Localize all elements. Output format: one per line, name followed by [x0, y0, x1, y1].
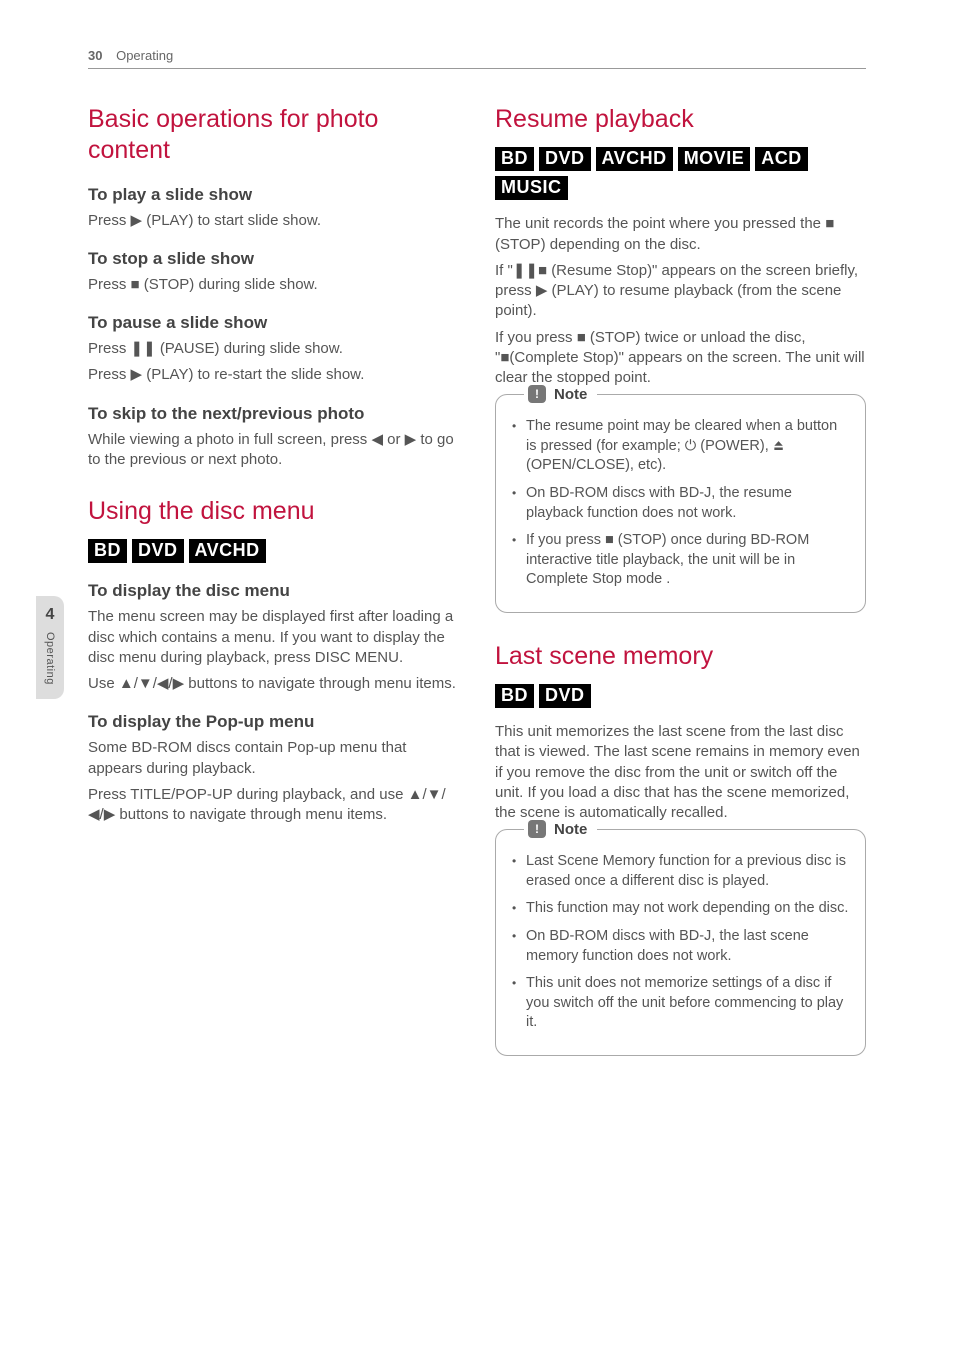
badge-acd: ACD [755, 147, 808, 171]
popup-text-1: Some BD-ROM discs contain Pop-up menu th… [88, 738, 459, 779]
popup-text-2: Press TITLE/POP-UP during playback, and … [88, 785, 459, 826]
disc-menu-title: Using the disc menu [88, 496, 459, 527]
pause-text-2: Press ▶ (PLAY) to re-start the slide sho… [88, 365, 459, 385]
badge-bd: BD [495, 147, 534, 171]
last-scene-text: This unit memorizes the last scene from … [495, 722, 866, 823]
resume-note-box: ! Note The resume point may be cleared w… [495, 394, 866, 613]
pause-heading: To pause a slide show [88, 313, 459, 333]
badge-movie: MOVIE [678, 147, 751, 171]
badge-avchd: AVCHD [189, 539, 266, 563]
note-label: ! Note [524, 820, 597, 838]
badge-bd: BD [495, 684, 534, 708]
resume-badges: BD DVD AVCHD MOVIE ACD MUSIC [495, 147, 866, 200]
last-scene-note-box: ! Note Last Scene Memory function for a … [495, 829, 866, 1056]
badge-avchd: AVCHD [596, 147, 673, 171]
resume-title: Resume playback [495, 104, 866, 135]
play-text: Press ▶ (PLAY) to start slide show. [88, 211, 459, 231]
resume-text-3: If you press ■ (STOP) twice or unload th… [495, 328, 866, 389]
page-section: Operating [116, 48, 173, 63]
last-note-2: This function may not work depending on … [512, 899, 849, 919]
skip-text: While viewing a photo in full screen, pr… [88, 430, 459, 471]
badge-music: MUSIC [495, 176, 568, 200]
display-disc-text-2: Use ▲/▼/◀/▶ buttons to navigate through … [88, 674, 459, 694]
last-note-3: On BD-ROM discs with BD-J, the last scen… [512, 927, 849, 966]
right-column: Resume playback BD DVD AVCHD MOVIE ACD M… [495, 104, 866, 1056]
page-number: 30 [88, 48, 102, 63]
skip-heading: To skip to the next/previous photo [88, 404, 459, 424]
badge-dvd: DVD [539, 684, 591, 708]
disc-menu-badges: BD DVD AVCHD [88, 539, 459, 563]
header-rule [88, 68, 866, 69]
stop-text: Press ■ (STOP) during slide show. [88, 275, 459, 295]
resume-text-1: The unit records the point where you pre… [495, 214, 866, 255]
last-note-4: This unit does not memorize settings of … [512, 974, 849, 1033]
badge-bd: BD [88, 539, 127, 563]
last-scene-title: Last scene memory [495, 641, 866, 672]
popup-heading: To display the Pop-up menu [88, 712, 459, 732]
note-label-text: Note [554, 386, 587, 403]
resume-text-2: If "❚❚■ (Resume Stop)" appears on the sc… [495, 261, 866, 322]
chapter-number: 4 [46, 606, 55, 624]
note-label-text: Note [554, 821, 587, 838]
stop-heading: To stop a slide show [88, 249, 459, 269]
note-label: ! Note [524, 385, 597, 403]
basic-ops-title: Basic operations for photo content [88, 104, 459, 167]
side-tab: 4 Operating [36, 596, 64, 699]
chapter-label: Operating [44, 632, 56, 685]
badge-dvd: DVD [132, 539, 184, 563]
resume-note-1: The resume point may be cleared when a b… [512, 417, 849, 476]
last-scene-badges: BD DVD [495, 684, 866, 708]
note-icon: ! [528, 820, 546, 838]
last-note-1: Last Scene Memory function for a previou… [512, 852, 849, 891]
badge-dvd: DVD [539, 147, 591, 171]
resume-note-3: If you press ■ (STOP) once during BD-ROM… [512, 531, 849, 590]
display-disc-text-1: The menu screen may be displayed first a… [88, 607, 459, 668]
play-heading: To play a slide show [88, 185, 459, 205]
page-header: 30 Operating [88, 48, 173, 63]
pause-text-1: Press ❚❚ (PAUSE) during slide show. [88, 339, 459, 359]
note-icon: ! [528, 385, 546, 403]
display-disc-heading: To display the disc menu [88, 581, 459, 601]
resume-note-2: On BD-ROM discs with BD-J, the resume pl… [512, 484, 849, 523]
left-column: Basic operations for photo content To pl… [88, 104, 459, 1056]
